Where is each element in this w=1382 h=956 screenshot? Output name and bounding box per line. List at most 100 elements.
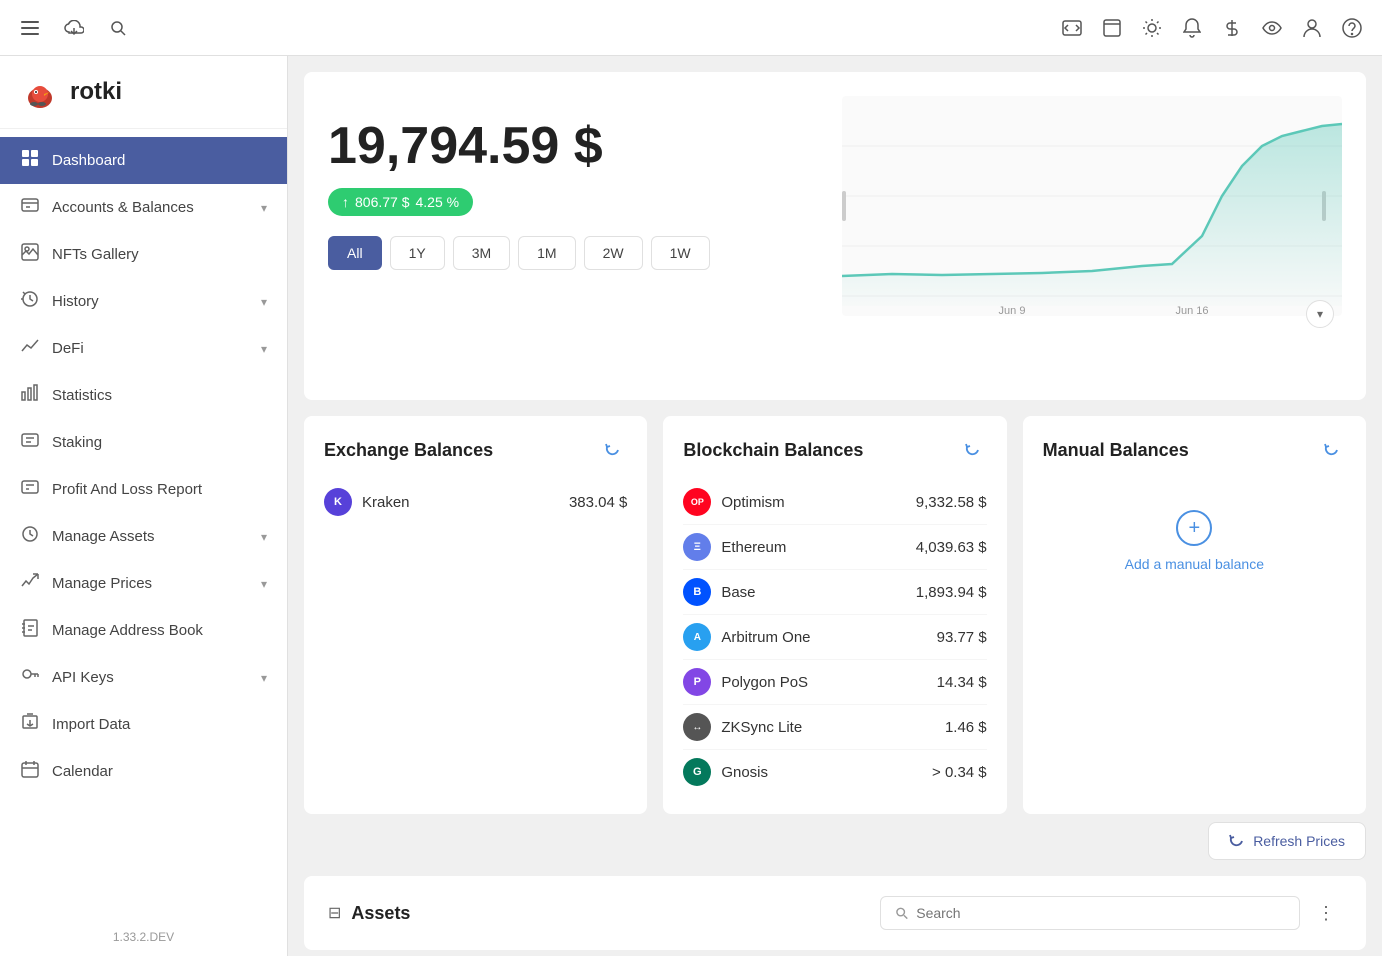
search-icon[interactable] [104,14,132,42]
assets-title: Assets [351,903,410,924]
time-filter-3m[interactable]: 3M [453,236,510,270]
eye-icon[interactable] [1258,14,1286,42]
chain-value: 1.46 $ [945,719,987,736]
sidebar-item-calendar[interactable]: Calendar [0,748,287,795]
logo-icon [20,72,60,112]
sidebar-item-import-data[interactable]: Import Data [0,701,287,748]
sidebar-item-label: Staking [52,434,267,451]
kraken-icon: K [324,488,352,516]
chevron-down-icon: ▾ [261,530,267,544]
sidebar-item-label: API Keys [52,669,249,686]
sidebar-item-defi[interactable]: DeFi ▾ [0,325,287,372]
portfolio-chart: Jun 9 Jun 16 ▾ [842,96,1342,336]
accounts-icon [20,196,40,219]
window-icon[interactable] [1098,14,1126,42]
assets-more-options[interactable]: ⋮ [1310,897,1342,929]
address-book-icon [20,619,40,642]
sidebar-item-dashboard[interactable]: Dashboard [0,137,287,184]
assets-search-input[interactable] [916,905,1285,921]
chain-value: 93.77 $ [937,629,987,646]
change-amount: 806.77 $ [355,194,410,210]
sidebar-item-label: Statistics [52,387,267,404]
sidebar-item-nfts[interactable]: NFTs Gallery [0,231,287,278]
sidebar-item-label: NFTs Gallery [52,246,267,263]
theme-icon[interactable] [1138,14,1166,42]
time-filter-2w[interactable]: 2W [584,236,643,270]
assets-collapse-icon[interactable]: ⊟ [328,903,341,923]
time-filters: All 1Y 3M 1M 2W 1W [328,236,710,270]
exchange-balances-card: Exchange Balances K Kraken 383.04 $ [304,416,647,814]
assets-controls: ⋮ [880,896,1342,930]
help-icon[interactable] [1338,14,1366,42]
chart-expand-button[interactable]: ▾ [1306,300,1334,328]
change-percent: 4.25 % [416,194,460,210]
ethereum-icon: Ξ [683,533,711,561]
content-area: 19,794.59 $ ↑ 806.77 $ 4.25 % All 1Y 3M … [288,56,1382,956]
exchange-name: Kraken [362,494,559,511]
cloud-icon[interactable] [60,14,88,42]
import-data-icon [20,713,40,736]
manual-refresh-icon[interactable] [1318,436,1346,464]
sidebar-item-api-keys[interactable]: API Keys ▾ [0,654,287,701]
assets-title-row: ⊟ Assets [328,903,410,924]
sidebar-item-label: Import Data [52,716,267,733]
nfts-icon [20,243,40,266]
sidebar-item-manage-prices[interactable]: Manage Prices ▾ [0,560,287,607]
chain-name: Ethereum [721,539,905,556]
blockchain-row-gnosis: G Gnosis > 0.34 $ [683,750,986,794]
history-icon [20,290,40,313]
blockchain-row-ethereum: Ξ Ethereum 4,039.63 $ [683,525,986,570]
topbar-right [1058,14,1366,42]
sidebar-item-statistics[interactable]: Statistics [0,372,287,419]
svg-text:Jun 9: Jun 9 [999,305,1026,317]
chain-name: Optimism [721,494,905,511]
statistics-icon [20,384,40,407]
menu-icon[interactable] [16,14,44,42]
chain-value: 4,039.63 $ [916,539,987,556]
blockchain-balances-header: Blockchain Balances [683,436,986,464]
notifications-icon[interactable] [1178,14,1206,42]
sidebar-nav: Dashboard Accounts & Balances ▾ [0,129,287,918]
sidebar-item-label: Accounts & Balances [52,199,249,216]
add-manual-label[interactable]: Add a manual balance [1125,556,1264,572]
calendar-icon [20,760,40,783]
refresh-prices-row: Refresh Prices [304,822,1366,860]
sidebar-item-accounts-balances[interactable]: Accounts & Balances ▾ [0,184,287,231]
assets-search-container [880,896,1300,930]
exchange-value: 383.04 $ [569,494,627,511]
blockchain-row-optimism: OP Optimism 9,332.58 $ [683,480,986,525]
sidebar-item-profit-loss[interactable]: Profit And Loss Report [0,466,287,513]
currency-icon[interactable] [1218,14,1246,42]
sidebar-item-history[interactable]: History ▾ [0,278,287,325]
refresh-prices-label: Refresh Prices [1253,833,1345,849]
sidebar-item-address-book[interactable]: Manage Address Book [0,607,287,654]
balances-row: Exchange Balances K Kraken 383.04 $ [304,416,1366,814]
chain-value: 9,332.58 $ [916,494,987,511]
refresh-prices-button[interactable]: Refresh Prices [1208,822,1366,860]
blockchain-refresh-icon[interactable] [959,436,987,464]
time-filter-1m[interactable]: 1M [518,236,575,270]
sidebar-item-label: Profit And Loss Report [52,481,267,498]
exchange-refresh-icon[interactable] [599,436,627,464]
dashboard-top: 19,794.59 $ ↑ 806.77 $ 4.25 % All 1Y 3M … [328,96,1342,376]
sidebar-item-staking[interactable]: Staking [0,419,287,466]
exchange-balances-title: Exchange Balances [324,440,493,461]
blockchain-balances-card: Blockchain Balances OP Optimism 9,332.58… [663,416,1006,814]
sidebar-item-label: Calendar [52,763,267,780]
sidebar-item-label: Dashboard [52,152,267,169]
sidebar-item-label: Manage Prices [52,575,249,592]
polygon-icon: P [683,668,711,696]
gnosis-icon: G [683,758,711,786]
add-manual-button[interactable]: + [1176,510,1212,546]
user-icon[interactable] [1298,14,1326,42]
optimism-icon: OP [683,488,711,516]
code-icon[interactable] [1058,14,1086,42]
sidebar-item-label: History [52,293,249,310]
time-filter-all[interactable]: All [328,236,382,270]
zksync-icon: ↔ [683,713,711,741]
exchange-balances-header: Exchange Balances [324,436,627,464]
sidebar-item-manage-assets[interactable]: Manage Assets ▾ [0,513,287,560]
time-filter-1y[interactable]: 1Y [390,236,445,270]
time-filter-1w[interactable]: 1W [651,236,710,270]
topbar [0,0,1382,56]
